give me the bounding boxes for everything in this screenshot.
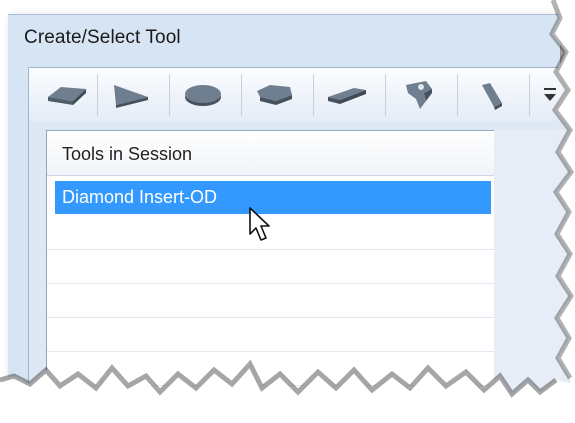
threading-insert-icon xyxy=(406,81,432,109)
rhombus-insert-button[interactable] xyxy=(37,74,97,116)
parting-insert-button[interactable] xyxy=(461,74,521,116)
tool-shape-toolbar xyxy=(28,67,570,123)
round-insert-button[interactable] xyxy=(173,74,233,116)
screenshot-stage: Create/Select Tool Tools in Session Diam… xyxy=(0,0,575,423)
tools-in-session-list[interactable]: Tools in Session Diamond Insert-OD xyxy=(46,130,496,422)
panel-title: Create/Select Tool xyxy=(24,27,181,48)
pentagon-insert-button[interactable] xyxy=(245,74,305,116)
more-dropdown-icon xyxy=(544,88,556,101)
threading-insert-button[interactable] xyxy=(389,74,449,116)
triangle-insert-button[interactable] xyxy=(101,74,161,116)
side-panel-strip xyxy=(494,130,568,420)
toolbar-separator xyxy=(385,74,386,116)
rhombus-insert-icon xyxy=(48,87,86,105)
list-row-empty xyxy=(47,283,495,318)
toolbar-separator xyxy=(169,74,170,116)
list-header-label: Tools in Session xyxy=(62,144,193,164)
round-insert-icon xyxy=(185,85,221,106)
grooving-insert-button[interactable] xyxy=(317,74,377,116)
parting-insert-icon xyxy=(482,83,502,110)
toolbar-separator xyxy=(97,74,98,116)
toolbar-separator xyxy=(457,74,458,116)
list-header[interactable]: Tools in Session xyxy=(47,131,495,176)
toolbar-separator xyxy=(241,74,242,116)
toolbar-separator xyxy=(529,74,530,116)
pentagon-insert-icon xyxy=(257,85,292,105)
triangle-insert-icon xyxy=(114,85,148,108)
mouse-pointer-icon xyxy=(249,207,270,241)
list-row-empty xyxy=(47,249,495,284)
grooving-insert-icon xyxy=(328,88,366,104)
toolbar-separator xyxy=(313,74,314,116)
list-row-empty xyxy=(47,351,495,386)
list-row-empty xyxy=(47,317,495,352)
more-tools-dropdown[interactable] xyxy=(533,74,567,116)
list-item-label: Diamond Insert-OD xyxy=(62,187,218,207)
